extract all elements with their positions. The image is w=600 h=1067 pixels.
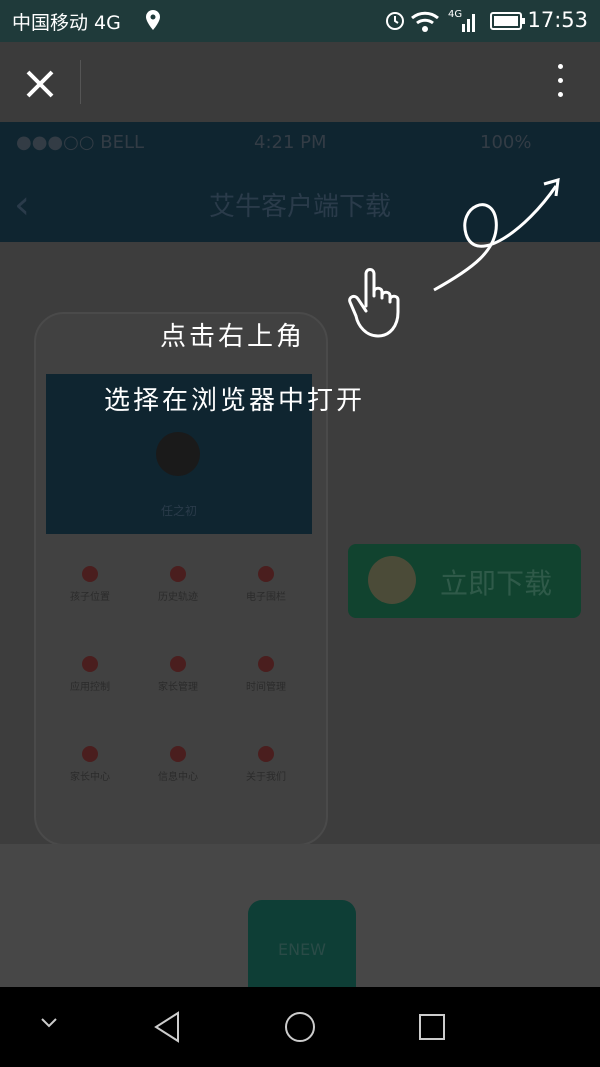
feature-label: 家长中心 <box>70 772 110 783</box>
system-nav-bar <box>0 987 600 1067</box>
inner-battery: 100% <box>480 132 532 153</box>
alarm-icon <box>384 9 406 35</box>
feature-icon <box>82 746 98 762</box>
home-circle-icon[interactable] <box>284 1011 316 1047</box>
feature-label: 孩子位置 <box>70 592 110 603</box>
avatar <box>368 556 416 604</box>
wifi-icon <box>410 10 440 36</box>
close-icon <box>26 70 54 98</box>
feature-icon <box>258 656 274 672</box>
feature-label: 应用控制 <box>70 682 110 693</box>
inner-time: 4:21 PM <box>254 132 327 153</box>
feature-grid: 孩子位置 历史轨迹 电子围栏应用控制 家长管理 时间管理家长中心 信息中心 关于我们 <box>46 544 312 814</box>
download-button[interactable]: 立即下载 <box>348 544 581 618</box>
back-triangle-icon[interactable] <box>152 1011 184 1047</box>
more-dot <box>558 92 563 97</box>
feature-icon <box>170 746 186 762</box>
webview-toolbar <box>0 42 600 122</box>
enew-logo: ENEW <box>248 900 356 987</box>
feature-grid-item[interactable]: 家长中心 <box>46 724 134 814</box>
feature-icon <box>170 656 186 672</box>
web-content: ●●●○○ BELL 4:21 PM 100% ‹ 艾牛客户端下载 任之初 孩子… <box>0 122 600 987</box>
curved-arrow-icon <box>430 170 570 304</box>
profile-name: 任之初 <box>160 504 197 518</box>
feature-label: 家长管理 <box>158 682 198 693</box>
feature-icon <box>258 566 274 582</box>
profile-avatar <box>156 432 200 476</box>
signal-icon: 4G <box>448 6 480 40</box>
feature-grid-item[interactable]: 历史轨迹 <box>134 544 222 634</box>
feature-grid-item[interactable]: 应用控制 <box>46 634 134 724</box>
clock: 17:53 <box>527 8 588 32</box>
tip-line-2: 选择在浏览器中打开 <box>104 386 366 416</box>
recents-square-icon[interactable] <box>418 1013 446 1045</box>
toolbar-divider <box>80 60 81 104</box>
feature-grid-item[interactable]: 家长管理 <box>134 634 222 724</box>
inner-status-bar: ●●●○○ BELL 4:21 PM 100% <box>0 122 600 164</box>
more-vertical-icon <box>558 64 563 69</box>
inner-carrier: ●●●○○ BELL <box>16 132 145 153</box>
feature-icon <box>258 746 274 762</box>
feature-icon <box>82 566 98 582</box>
status-bar: 中国移动 4G 4G 17:53 <box>0 0 600 42</box>
battery-icon <box>490 12 526 34</box>
close-button[interactable] <box>20 64 60 104</box>
tip-line-1: 点击右上角 <box>160 322 306 352</box>
more-dot <box>558 78 563 83</box>
feature-grid-item[interactable]: 关于我们 <box>222 724 310 814</box>
feature-grid-item[interactable]: 电子围栏 <box>222 544 310 634</box>
chevron-down-icon[interactable] <box>38 1015 60 1035</box>
location-icon <box>146 10 160 34</box>
feature-grid-item[interactable]: 孩子位置 <box>46 544 134 634</box>
more-menu-button[interactable] <box>540 60 580 104</box>
feature-label: 历史轨迹 <box>158 592 198 603</box>
feature-label: 关于我们 <box>246 772 286 783</box>
feature-label: 时间管理 <box>246 682 286 693</box>
svg-text:4G: 4G <box>448 9 462 20</box>
feature-icon <box>170 566 186 582</box>
feature-icon <box>82 656 98 672</box>
pointing-hand-icon <box>346 264 410 348</box>
download-label: 立即下载 <box>440 567 553 600</box>
feature-label: 信息中心 <box>158 772 198 783</box>
feature-grid-item[interactable]: 时间管理 <box>222 634 310 724</box>
feature-label: 电子围栏 <box>246 592 286 603</box>
carrier-label: 中国移动 4G <box>12 12 121 34</box>
feature-grid-item[interactable]: 信息中心 <box>134 724 222 814</box>
